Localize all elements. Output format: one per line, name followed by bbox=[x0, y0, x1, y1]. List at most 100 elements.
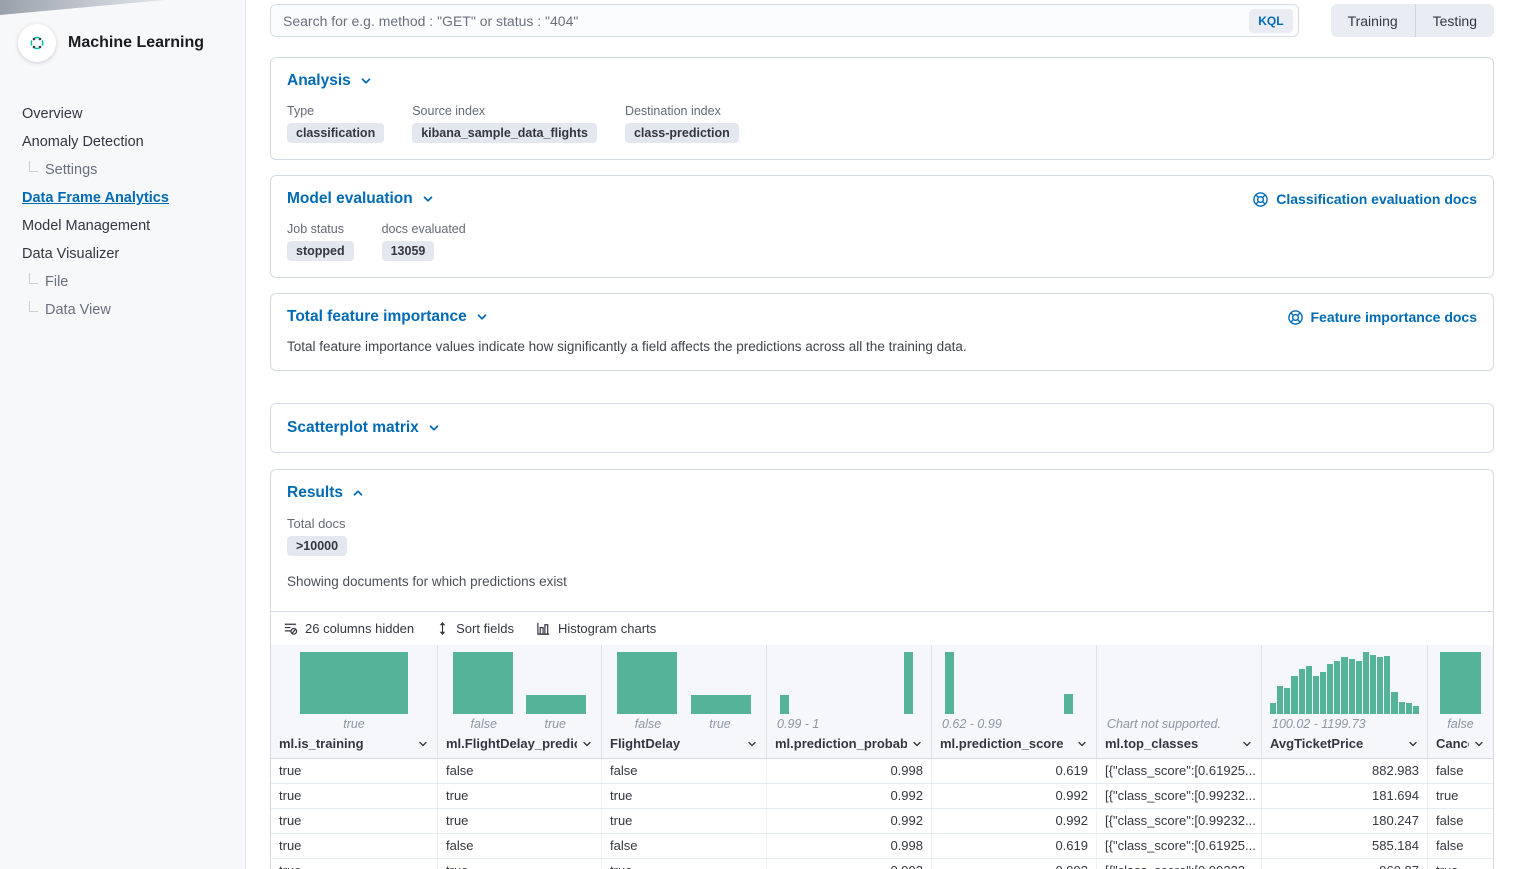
cell-cancelled[interactable]: true bbox=[1428, 859, 1493, 869]
column-name: ml.is_training bbox=[279, 736, 364, 751]
sidebar-item-file[interactable]: File bbox=[22, 268, 231, 296]
cell-ml-flightdelay-prediction[interactable]: true bbox=[438, 809, 602, 833]
cell-flightdelay[interactable]: true bbox=[602, 784, 767, 808]
sidebar-item-settings[interactable]: Settings bbox=[22, 156, 231, 184]
total-feature-importance-panel: Total feature importance Feature importa… bbox=[270, 293, 1494, 371]
column-chart bbox=[612, 652, 756, 714]
histogram-charts-button[interactable]: Histogram charts bbox=[536, 621, 656, 636]
cell-ml-top-classes[interactable]: [{"class_score":[0.99232... bbox=[1097, 809, 1262, 833]
column-header-avgticketprice[interactable]: 100.02 - 1199.73AvgTicketPrice bbox=[1262, 645, 1428, 758]
cell-ml-prediction-score[interactable]: 0.619 bbox=[932, 759, 1097, 783]
search-row: KQL Training Testing bbox=[270, 4, 1494, 37]
search-input-wrapper[interactable]: KQL bbox=[270, 4, 1299, 37]
column-actions-chevron-icon[interactable] bbox=[581, 738, 593, 750]
sidebar-item-data-visualizer[interactable]: Data Visualizer bbox=[22, 240, 231, 268]
sidebar-item-data-view[interactable]: Data View bbox=[22, 296, 231, 324]
cell-ml-top-classes[interactable]: [{"class_score":[0.61925... bbox=[1097, 834, 1262, 858]
cell-flightdelay[interactable]: true bbox=[602, 809, 767, 833]
column-header-cancelled[interactable]: falseCancelled bbox=[1428, 645, 1493, 758]
cell-avgticketprice[interactable]: 180.247 bbox=[1262, 809, 1428, 833]
column-actions-chevron-icon[interactable] bbox=[417, 738, 429, 750]
cell-cancelled[interactable]: false bbox=[1428, 834, 1493, 858]
sidebar-item-overview[interactable]: Overview bbox=[22, 100, 231, 128]
column-name: ml.top_classes bbox=[1105, 736, 1198, 751]
cell-ml-is-training[interactable]: true bbox=[271, 809, 438, 833]
column-header-flightdelay[interactable]: falsetrueFlightDelay bbox=[602, 645, 767, 758]
cell-ml-flightdelay-prediction[interactable]: true bbox=[438, 859, 602, 869]
column-header-ml-prediction-probability[interactable]: 0.99 - 1ml.prediction_probability bbox=[767, 645, 932, 758]
scatterplot-matrix-panel-toggle[interactable]: Scatterplot matrix bbox=[287, 419, 441, 437]
chart-category-label: false bbox=[448, 717, 520, 731]
total-feature-importance-panel-toggle[interactable]: Total feature importance bbox=[287, 308, 489, 326]
feature-importance-description: Total feature importance values indicate… bbox=[287, 339, 1477, 354]
column-actions-chevron-icon[interactable] bbox=[1473, 738, 1485, 750]
cell-ml-prediction-probability[interactable]: 0.998 bbox=[767, 834, 932, 858]
cell-flightdelay[interactable]: false bbox=[602, 834, 767, 858]
cell-avgticketprice[interactable]: 960.87 bbox=[1262, 859, 1428, 869]
docs-icon bbox=[1252, 191, 1269, 208]
column-name-row: ml.prediction_probability bbox=[767, 734, 931, 758]
column-header-ml-prediction-score[interactable]: 0.62 - 0.99ml.prediction_score bbox=[932, 645, 1097, 758]
cell-cancelled[interactable]: false bbox=[1428, 759, 1493, 783]
cell-ml-top-classes[interactable]: [{"class_score":[0.61925... bbox=[1097, 759, 1262, 783]
cell-ml-is-training[interactable]: true bbox=[271, 834, 438, 858]
cell-ml-prediction-score[interactable]: 0.992 bbox=[932, 809, 1097, 833]
histogram-bar bbox=[1363, 652, 1369, 714]
cell-avgticketprice[interactable]: 882.983 bbox=[1262, 759, 1428, 783]
cell-cancelled[interactable]: false bbox=[1428, 809, 1493, 833]
chevron-down-icon bbox=[359, 74, 373, 88]
sidebar-item-data-frame-analytics[interactable]: Data Frame Analytics bbox=[22, 184, 231, 212]
testing-button[interactable]: Testing bbox=[1415, 4, 1494, 37]
column-chart bbox=[777, 652, 921, 714]
cell-ml-prediction-probability[interactable]: 0.992 bbox=[767, 809, 932, 833]
cell-avgticketprice[interactable]: 585.184 bbox=[1262, 834, 1428, 858]
columns-hidden-button[interactable]: 26 columns hidden bbox=[283, 621, 414, 636]
cell-avgticketprice[interactable]: 181.694 bbox=[1262, 784, 1428, 808]
cell-ml-prediction-score[interactable]: 0.619 bbox=[932, 834, 1097, 858]
histogram-bar bbox=[1270, 703, 1276, 714]
analysis-fields: TypeclassificationSource indexkibana_sam… bbox=[287, 104, 1477, 143]
column-actions-chevron-icon[interactable] bbox=[1407, 738, 1419, 750]
model-evaluation-panel-toggle[interactable]: Model evaluation bbox=[287, 190, 435, 208]
histogram-bar bbox=[1064, 694, 1073, 714]
cell-ml-prediction-score[interactable]: 0.992 bbox=[932, 784, 1097, 808]
results-panel-toggle[interactable]: Results bbox=[287, 484, 365, 502]
sidebar-item-anomaly-detection[interactable]: Anomaly Detection bbox=[22, 128, 231, 156]
cell-ml-is-training[interactable]: true bbox=[271, 784, 438, 808]
classification-evaluation-docs-link[interactable]: Classification evaluation docs bbox=[1252, 191, 1477, 208]
histogram-bar bbox=[1277, 686, 1283, 714]
column-header-ml-top-classes[interactable]: Chart not supported.ml.top_classes bbox=[1097, 645, 1262, 758]
cell-ml-top-classes[interactable]: [{"class_score":[0.99232... bbox=[1097, 859, 1262, 869]
sort-fields-button[interactable]: Sort fields bbox=[436, 621, 514, 636]
analysis-panel-toggle[interactable]: Analysis bbox=[287, 72, 373, 90]
cell-ml-is-training[interactable]: true bbox=[271, 759, 438, 783]
cell-ml-is-training[interactable]: true bbox=[271, 859, 438, 869]
cell-ml-prediction-probability[interactable]: 0.998 bbox=[767, 759, 932, 783]
training-button[interactable]: Training bbox=[1331, 4, 1415, 37]
cell-ml-prediction-probability[interactable]: 0.992 bbox=[767, 859, 932, 869]
chart-category-label: true bbox=[520, 717, 592, 731]
column-actions-chevron-icon[interactable] bbox=[1076, 738, 1088, 750]
kql-badge[interactable]: KQL bbox=[1249, 9, 1292, 33]
histogram-bar bbox=[945, 652, 954, 714]
sidebar-item-model-management[interactable]: Model Management bbox=[22, 212, 231, 240]
column-header-ml-flightdelay-prediction[interactable]: falsetrueml.FlightDelay_prediction bbox=[438, 645, 602, 758]
feature-importance-docs-link[interactable]: Feature importance docs bbox=[1287, 309, 1478, 326]
cell-flightdelay[interactable]: true bbox=[602, 859, 767, 869]
cell-flightdelay[interactable]: false bbox=[602, 759, 767, 783]
column-header-ml-is-training[interactable]: trueml.is_training bbox=[271, 645, 438, 758]
column-actions-chevron-icon[interactable] bbox=[746, 738, 758, 750]
chart-category-label: false bbox=[612, 717, 684, 731]
cell-ml-top-classes[interactable]: [{"class_score":[0.99232... bbox=[1097, 784, 1262, 808]
search-input[interactable] bbox=[283, 13, 1249, 29]
column-actions-chevron-icon[interactable] bbox=[1241, 738, 1253, 750]
sidebar-item-label: File bbox=[45, 274, 68, 290]
column-name-row: Cancelled bbox=[1428, 734, 1493, 758]
cell-ml-prediction-probability[interactable]: 0.992 bbox=[767, 784, 932, 808]
cell-ml-flightdelay-prediction[interactable]: true bbox=[438, 784, 602, 808]
column-actions-chevron-icon[interactable] bbox=[911, 738, 923, 750]
cell-ml-flightdelay-prediction[interactable]: false bbox=[438, 834, 602, 858]
cell-ml-flightdelay-prediction[interactable]: false bbox=[438, 759, 602, 783]
cell-cancelled[interactable]: true bbox=[1428, 784, 1493, 808]
cell-ml-prediction-score[interactable]: 0.992 bbox=[932, 859, 1097, 869]
